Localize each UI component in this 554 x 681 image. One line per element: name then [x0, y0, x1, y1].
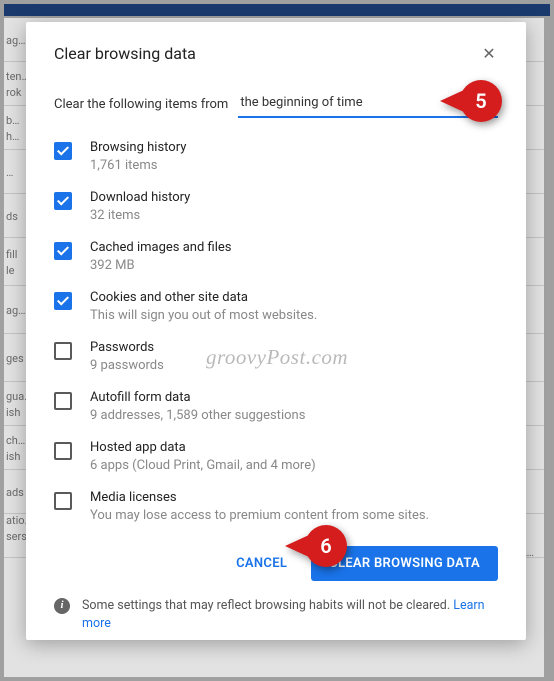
callout-5: 5: [460, 80, 502, 122]
time-range-label: Clear the following items from: [54, 97, 228, 112]
checkbox-row: Download history 32 items: [54, 190, 498, 223]
time-range-value: the beginning of time: [240, 95, 362, 110]
time-range-row: Clear the following items from the begin…: [54, 91, 498, 118]
checkbox[interactable]: [54, 442, 72, 460]
checkbox-sublabel: 9 addresses, 1,589 other suggestions: [90, 408, 498, 423]
checkbox-label: Browsing history: [90, 140, 498, 155]
callout-pin-5: 5: [460, 80, 502, 122]
checkbox-label: Media licenses: [90, 490, 498, 505]
checkbox-row: Hosted app data 6 apps (Cloud Print, Gmai…: [54, 440, 498, 473]
checkbox-label: Cookies and other site data: [90, 290, 498, 305]
dialog-header: Clear browsing data ✕: [54, 44, 498, 63]
checkbox-sublabel: 392 MB: [90, 258, 498, 273]
checkbox-list: Browsing history 1,761 items Download hist…: [54, 140, 498, 540]
checkbox-text: Autofill form data 9 addresses, 1,589 oth…: [90, 390, 498, 423]
info-icon: i: [54, 598, 70, 614]
checkbox-row: Passwords 9 passwords: [54, 340, 498, 373]
checkbox[interactable]: [54, 392, 72, 410]
checkbox-row: Media licenses You may lose access to pre…: [54, 490, 498, 523]
checkbox-sublabel: 32 items: [90, 208, 498, 223]
checkbox-text: Hosted app data 6 apps (Cloud Print, Gmai…: [90, 440, 498, 473]
checkbox-text: Cached images and files 392 MB: [90, 240, 498, 273]
checkbox-sublabel: This will sign you out of most websites.: [90, 308, 498, 323]
checkbox-sublabel: 1,761 items: [90, 158, 498, 173]
checkbox-label: Download history: [90, 190, 498, 205]
checkbox-text: Download history 32 items: [90, 190, 498, 223]
checkbox[interactable]: [54, 342, 72, 360]
checkbox[interactable]: [54, 192, 72, 210]
callout-pin-6: 6: [305, 525, 347, 567]
checkbox-row: Browsing history 1,761 items: [54, 140, 498, 173]
checkbox-text: Cookies and other site data This will sig…: [90, 290, 498, 323]
checkbox-sublabel: You may lose access to premium content f…: [90, 508, 498, 523]
checkbox-text: Media licenses You may lose access to pre…: [90, 490, 498, 523]
checkbox-label: Autofill form data: [90, 390, 498, 405]
checkbox-sublabel: 6 apps (Cloud Print, Gmail, and 4 more): [90, 458, 498, 473]
checkbox[interactable]: [54, 492, 72, 510]
close-icon[interactable]: ✕: [480, 44, 498, 63]
checkbox-text: Passwords 9 passwords: [90, 340, 498, 373]
checkbox[interactable]: [54, 292, 72, 310]
checkbox-row: Cookies and other site data This will sig…: [54, 290, 498, 323]
footer-note: i Some settings that may reflect browsin…: [54, 597, 498, 632]
checkbox[interactable]: [54, 242, 72, 260]
checkbox-row: Autofill form data 9 addresses, 1,589 oth…: [54, 390, 498, 423]
dialog-title: Clear browsing data: [54, 44, 196, 63]
checkbox-text: Browsing history 1,761 items: [90, 140, 498, 173]
checkbox-sublabel: 9 passwords: [90, 358, 498, 373]
clear-browsing-data-dialog: Clear browsing data ✕ Clear the followin…: [26, 22, 526, 640]
checkbox-row: Cached images and files 392 MB: [54, 240, 498, 273]
checkbox-label: Passwords: [90, 340, 498, 355]
footer-text: Some settings that may reflect browsing …: [82, 597, 498, 632]
checkbox-label: Hosted app data: [90, 440, 498, 455]
checkbox[interactable]: [54, 142, 72, 160]
dialog-actions: CANCEL CLEAR BROWSING DATA: [54, 546, 498, 581]
bg-header-bar: [4, 4, 550, 16]
checkbox-label: Cached images and files: [90, 240, 498, 255]
callout-6: 6: [305, 525, 347, 567]
